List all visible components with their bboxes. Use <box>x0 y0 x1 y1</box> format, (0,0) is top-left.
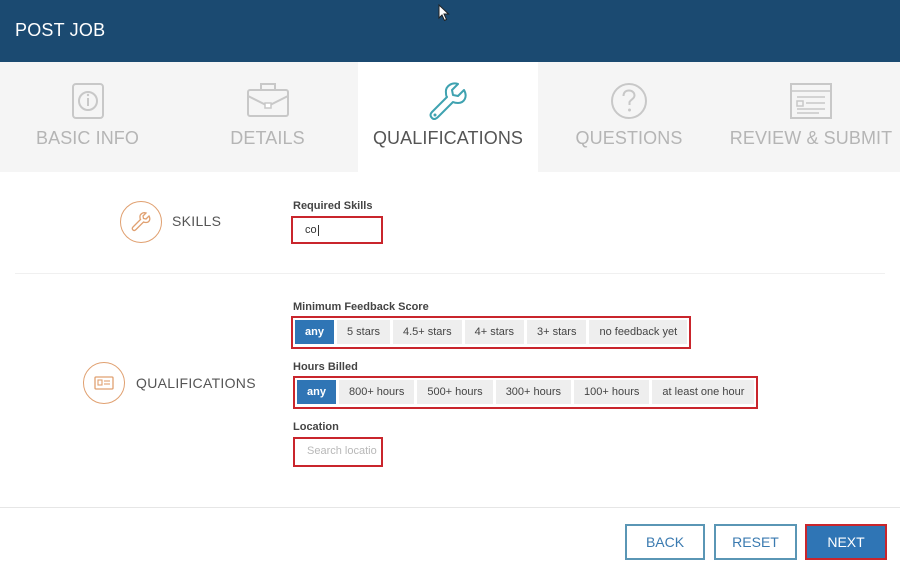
hours-option-500[interactable]: 500+ hours <box>417 380 493 404</box>
post-job-page: POST JOB BASIC INFO DETAILS QUALIFICATIO… <box>0 0 900 573</box>
qualifications-section-icon <box>83 362 125 404</box>
feedback-option-5-stars[interactable]: 5 stars <box>336 320 390 344</box>
required-skills-input[interactable]: co <box>291 216 383 244</box>
hours-billed-label: Hours Billed <box>293 361 358 373</box>
tab-questions[interactable]: QUESTIONS <box>540 62 718 172</box>
hours-option-800[interactable]: 800+ hours <box>338 380 415 404</box>
location-search-input[interactable]: Search locatio <box>293 437 383 467</box>
hours-billed-options: any 800+ hours 500+ hours 300+ hours 100… <box>293 376 759 409</box>
qualifications-section-label: QUALIFICATIONS <box>136 375 256 391</box>
wrench-icon <box>131 212 151 232</box>
mouse-cursor-icon <box>438 4 450 22</box>
hours-option-at-least-one[interactable]: at least one hour <box>652 380 755 404</box>
wizard-steps: BASIC INFO DETAILS QUALIFICATIONS QUESTI… <box>0 62 900 172</box>
text-caret <box>317 224 319 236</box>
tab-basic-info[interactable]: BASIC INFO <box>0 62 175 172</box>
feedback-option-any[interactable]: any <box>295 320 334 344</box>
skills-section-label: SKILLS <box>172 213 222 229</box>
back-button[interactable]: BACK <box>625 524 705 560</box>
page-title: POST JOB <box>15 20 106 40</box>
hours-option-300[interactable]: 300+ hours <box>495 380 572 404</box>
required-skills-label: Required Skills <box>293 200 373 212</box>
wrench-icon <box>429 82 467 120</box>
question-circle-icon <box>611 83 647 119</box>
footer-divider <box>0 507 900 508</box>
id-card-icon <box>94 376 114 390</box>
tab-label: REVIEW & SUBMIT <box>729 128 893 148</box>
feedback-score-label: Minimum Feedback Score <box>293 301 429 313</box>
feedback-option-no-feedback[interactable]: no feedback yet <box>589 320 688 344</box>
tab-label: BASIC INFO <box>35 128 139 148</box>
skills-input-value: co <box>305 224 317 236</box>
tab-review-submit[interactable]: REVIEW & SUBMIT <box>722 62 900 172</box>
form-review-icon <box>790 83 832 119</box>
hours-option-any[interactable]: any <box>297 380 336 404</box>
info-document-icon <box>71 83 104 119</box>
tab-qualifications[interactable]: QUALIFICATIONS <box>358 62 538 172</box>
skills-section-icon <box>120 201 162 243</box>
reset-button[interactable]: RESET <box>714 524 797 560</box>
briefcase-icon <box>246 83 289 117</box>
feedback-score-options: any 5 stars 4.5+ stars 4+ stars 3+ stars… <box>291 316 692 349</box>
feedback-option-4-5-stars[interactable]: 4.5+ stars <box>392 320 462 344</box>
feedback-option-3-stars[interactable]: 3+ stars <box>527 320 587 344</box>
header-bar: POST JOB <box>0 0 900 62</box>
tab-label: DETAILS <box>230 128 305 148</box>
tab-label: QUESTIONS <box>575 128 683 148</box>
location-label: Location <box>293 421 339 433</box>
hours-option-100[interactable]: 100+ hours <box>574 380 650 404</box>
tab-details[interactable]: DETAILS <box>180 62 355 172</box>
feedback-option-4-stars[interactable]: 4+ stars <box>464 320 525 344</box>
tab-label: QUALIFICATIONS <box>372 128 524 148</box>
next-button[interactable]: NEXT <box>805 524 887 560</box>
section-divider <box>15 273 885 274</box>
